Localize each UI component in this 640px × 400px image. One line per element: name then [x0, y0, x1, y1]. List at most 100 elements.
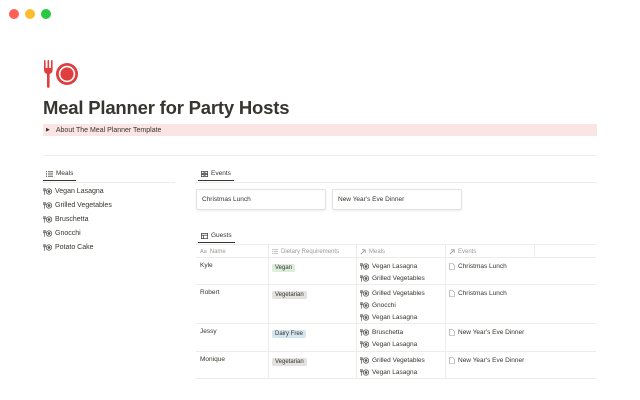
- meal-item-label: Potato Cake: [55, 244, 94, 251]
- fork-and-plate-icon: [360, 301, 369, 309]
- dietary-tag: Vegetarian: [272, 358, 307, 366]
- table-row[interactable]: Kyle Vegan Vegan Lasagna Grilled Vegetab…: [196, 258, 596, 285]
- column-header-dietary[interactable]: Dietary Requirements: [268, 245, 356, 258]
- page-icon: [449, 262, 455, 270]
- column-header-label: Meals: [369, 248, 386, 255]
- fork-and-plate-icon: [360, 368, 369, 376]
- close-window-button[interactable]: [9, 9, 19, 19]
- minimize-window-button[interactable]: [25, 9, 35, 19]
- fork-and-plate-icon: [43, 188, 52, 195]
- column-header-events[interactable]: Events: [445, 245, 534, 258]
- meal-relation-label: Vegan Lasagna: [372, 262, 418, 270]
- meal-relation-label: Gnocchi: [372, 301, 396, 309]
- meal-item[interactable]: Vegan Lasagna: [43, 188, 104, 195]
- guests-view-tab[interactable]: Guests: [198, 232, 235, 243]
- meal-item-label: Gnocchi: [55, 230, 81, 237]
- column-header-label: Name: [209, 248, 226, 255]
- about-toggle[interactable]: ▶ About The Meal Planner Template: [43, 124, 597, 136]
- events-view-tab[interactable]: Events: [198, 170, 234, 181]
- meal-relation[interactable]: Gnocchi: [360, 299, 445, 311]
- guest-name: Jessy: [200, 328, 217, 335]
- event-card-title: Christmas Lunch: [202, 196, 251, 203]
- event-card-title: New Year's Eve Dinner: [338, 196, 405, 203]
- meal-relation-label: Vegan Lasagna: [372, 368, 418, 376]
- meal-item[interactable]: Grilled Vegetables: [43, 202, 112, 209]
- meal-item[interactable]: Bruschetta: [43, 216, 88, 223]
- fork-and-plate-icon: [360, 328, 369, 336]
- meal-relation[interactable]: Grilled Vegetables: [360, 287, 445, 299]
- fork-and-plate-icon: [43, 216, 52, 223]
- meals-tab-underline: [43, 182, 175, 183]
- fork-and-plate-icon[interactable]: [43, 59, 79, 89]
- fork-and-plate-icon: [360, 274, 369, 282]
- event-card[interactable]: Christmas Lunch: [196, 189, 326, 210]
- column-header-label: Dietary Requirements: [281, 248, 340, 255]
- page-icon: [449, 328, 455, 336]
- meal-item[interactable]: Gnocchi: [43, 230, 81, 237]
- text-property-icon: Aa: [200, 248, 207, 255]
- list-icon: [46, 170, 53, 177]
- toggle-triangle-icon[interactable]: ▶: [46, 127, 50, 133]
- column-divider: [534, 244, 535, 258]
- guest-name: Robert: [200, 289, 220, 296]
- meal-relation-label: Bruschetta: [372, 328, 404, 336]
- meal-relation[interactable]: Bruschetta: [360, 326, 445, 338]
- table-row[interactable]: Monique Vegetarian Grilled Vegetables Ve…: [196, 352, 596, 379]
- table-row[interactable]: Jessy Dairy Free Bruschetta Vegan Lasagn…: [196, 324, 596, 352]
- page-title: Meal Planner for Party Hosts: [43, 97, 290, 118]
- meal-item-label: Bruschetta: [55, 216, 89, 223]
- dietary-tag: Vegetarian: [272, 291, 307, 299]
- event-relation[interactable]: New Year's Eve Dinner: [449, 354, 565, 366]
- meals-view-tab[interactable]: Meals: [43, 170, 77, 181]
- events-header-label: Events: [211, 170, 231, 177]
- guests-header-label: Guests: [211, 232, 232, 239]
- meal-relation[interactable]: Vegan Lasagna: [360, 311, 445, 323]
- event-card[interactable]: New Year's Eve Dinner: [332, 189, 462, 210]
- dietary-tag: Vegan: [272, 264, 296, 272]
- meal-relation[interactable]: Vegan Lasagna: [360, 260, 445, 272]
- fork-and-plate-icon: [360, 289, 369, 297]
- event-relation-label: New Year's Eve Dinner: [458, 356, 525, 364]
- event-relation[interactable]: New Year's Eve Dinner: [449, 326, 565, 338]
- meal-relation-label: Vegan Lasagna: [372, 313, 418, 321]
- event-relation-label: Christmas Lunch: [458, 262, 507, 270]
- meal-relation-label: Vegan Lasagna: [372, 340, 418, 348]
- events-tab-underline: [196, 182, 597, 183]
- relation-arrow-icon: [360, 248, 366, 254]
- meal-item[interactable]: Potato Cake: [43, 244, 94, 251]
- fork-and-plate-icon: [43, 244, 52, 251]
- event-relation[interactable]: Christmas Lunch: [449, 260, 565, 272]
- guest-name: Monique: [200, 356, 225, 363]
- column-header-meals[interactable]: Meals: [356, 245, 445, 258]
- dietary-tag: Dairy Free: [272, 330, 307, 338]
- page-icon: [449, 356, 455, 364]
- meal-relation-label: Grilled Vegetables: [372, 289, 425, 297]
- table-header-row: Aa Name Dietary Requirements Meals Event…: [196, 244, 596, 258]
- event-relation-label: New Year's Eve Dinner: [458, 328, 525, 336]
- guest-name: Kyle: [200, 262, 213, 269]
- event-relation[interactable]: Christmas Lunch: [449, 287, 565, 299]
- meal-relation[interactable]: Grilled Vegetables: [360, 272, 445, 284]
- column-header-name[interactable]: Aa Name: [196, 245, 268, 258]
- meals-header-label: Meals: [56, 170, 74, 177]
- section-divider: [43, 155, 597, 156]
- fork-and-plate-icon: [43, 230, 52, 237]
- meal-relation-label: Grilled Vegetables: [372, 356, 425, 364]
- gallery-icon: [201, 170, 208, 177]
- meal-item-label: Grilled Vegetables: [55, 202, 112, 209]
- meal-item-label: Vegan Lasagna: [55, 188, 104, 195]
- fork-and-plate-icon: [43, 202, 52, 209]
- meal-relation[interactable]: Grilled Vegetables: [360, 354, 445, 366]
- column-header-label: Events: [458, 248, 477, 255]
- event-relation-label: Christmas Lunch: [458, 289, 507, 297]
- fork-and-plate-icon: [360, 262, 369, 270]
- fork-and-plate-icon: [360, 340, 369, 348]
- fork-and-plate-icon: [360, 313, 369, 321]
- multi-select-icon: [272, 249, 278, 254]
- meal-relation[interactable]: Vegan Lasagna: [360, 366, 445, 378]
- maximize-window-button[interactable]: [41, 9, 51, 19]
- meal-relation[interactable]: Vegan Lasagna: [360, 338, 445, 350]
- table-icon: [201, 232, 208, 239]
- table-row[interactable]: Robert Vegetarian Grilled Vegetables Gno…: [196, 285, 596, 324]
- relation-arrow-icon: [449, 248, 455, 254]
